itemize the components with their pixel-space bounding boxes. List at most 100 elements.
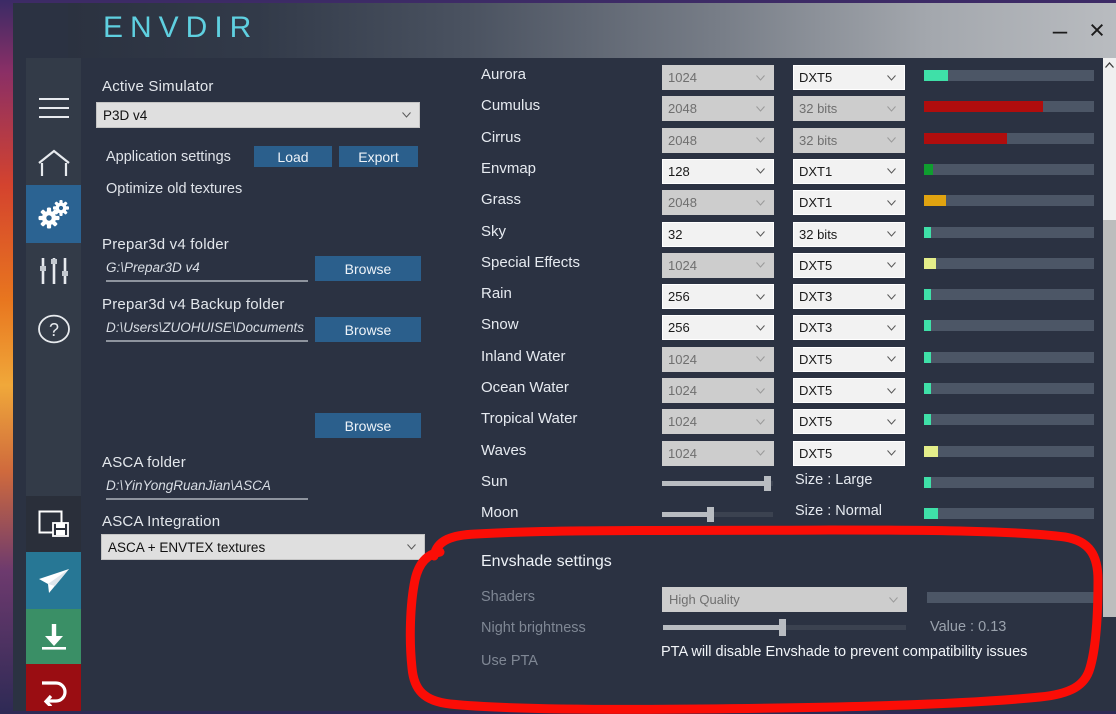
browse-button-p3d[interactable]: Browse xyxy=(315,256,421,281)
scrollbar-thumb[interactable] xyxy=(1103,72,1116,220)
sidebar-item-install[interactable] xyxy=(26,609,81,664)
table-row: Waves1024DXT5 xyxy=(433,437,1103,468)
active-simulator-select[interactable]: P3D v4 xyxy=(96,102,420,128)
texture-format-select[interactable]: DXT1 xyxy=(793,190,905,215)
texture-name: Cirrus xyxy=(481,129,521,146)
minimize-button[interactable]: – xyxy=(1043,13,1077,47)
sidebar-item-settings[interactable] xyxy=(26,185,81,243)
backup-folder-input[interactable]: D:\Users\ZUOHUISE\Documents xyxy=(106,320,308,342)
browse-button-asca[interactable]: Browse xyxy=(315,413,421,438)
texture-format-value: DXT5 xyxy=(799,383,832,398)
chevron-down-icon xyxy=(756,450,765,456)
chevron-down-icon xyxy=(407,544,416,550)
texture-name: Envmap xyxy=(481,160,536,177)
sidebar-item-tweaks[interactable] xyxy=(26,243,81,298)
texture-vram-bar-fill xyxy=(924,477,931,488)
texture-format-select[interactable]: DXT5 xyxy=(793,347,905,372)
texture-size-select[interactable]: 1024 xyxy=(662,253,774,278)
texture-size-select[interactable]: 2048 xyxy=(662,128,774,153)
browse-button-backup[interactable]: Browse xyxy=(315,317,421,342)
night-brightness-slider-fill xyxy=(663,625,782,630)
texture-name: Aurora xyxy=(481,66,526,83)
texture-size-select[interactable]: 128 xyxy=(662,159,774,184)
night-brightness-slider[interactable] xyxy=(663,625,906,630)
texture-format-select[interactable]: DXT5 xyxy=(793,253,905,278)
texture-format-select[interactable]: DXT5 xyxy=(793,409,905,434)
sidebar-item-home[interactable] xyxy=(26,135,81,190)
texture-format-select[interactable]: DXT5 xyxy=(793,441,905,466)
shaders-label: Shaders xyxy=(481,589,535,605)
sliders-icon xyxy=(39,257,69,285)
texture-size-value: 2048 xyxy=(668,195,697,210)
left-settings-panel: Active Simulator P3D v4 Application sett… xyxy=(81,58,433,711)
texture-size-select[interactable]: 1024 xyxy=(662,378,774,403)
optimize-old-textures-label[interactable]: Optimize old textures xyxy=(106,181,242,197)
chevron-down-icon xyxy=(887,262,896,268)
texture-format-select[interactable]: DXT5 xyxy=(793,378,905,403)
texture-format-select[interactable]: DXT1 xyxy=(793,159,905,184)
sidebar-rail: ? xyxy=(26,58,81,711)
texture-name: Sun xyxy=(481,473,508,490)
vertical-scrollbar[interactable] xyxy=(1103,58,1116,617)
texture-size-select[interactable]: 2048 xyxy=(662,96,774,121)
chevron-down-icon xyxy=(756,200,765,206)
chevron-down-icon xyxy=(756,419,765,425)
texture-format-select[interactable]: DXT3 xyxy=(793,284,905,309)
texture-size-value: 2048 xyxy=(668,101,697,116)
sidebar-item-restore[interactable] xyxy=(26,664,81,711)
close-button[interactable]: × xyxy=(1080,13,1114,47)
export-button[interactable]: Export xyxy=(339,146,418,167)
night-brightness-slider-knob[interactable] xyxy=(779,619,786,636)
texture-format-select[interactable]: DXT3 xyxy=(793,315,905,340)
save-as-icon xyxy=(38,510,70,538)
texture-name: Special Effects xyxy=(481,254,580,271)
texture-size-select[interactable]: 256 xyxy=(662,284,774,309)
scroll-up-button[interactable] xyxy=(1103,58,1116,72)
texture-format-select[interactable]: 32 bits xyxy=(793,222,905,247)
texture-vram-bar-fill xyxy=(924,414,931,425)
size-slider-knob[interactable] xyxy=(707,507,714,522)
chevron-down-icon xyxy=(887,450,896,456)
texture-format-select[interactable]: DXT5 xyxy=(793,65,905,90)
texture-size-select[interactable]: 1024 xyxy=(662,347,774,372)
texture-size-select[interactable]: 32 xyxy=(662,222,774,247)
texture-format-select[interactable]: 32 bits xyxy=(793,128,905,153)
chevron-down-icon xyxy=(887,294,896,300)
p3d-folder-input[interactable]: G:\Prepar3D v4 xyxy=(106,260,308,282)
texture-vram-bar-fill xyxy=(924,289,931,300)
home-icon xyxy=(37,149,71,177)
texture-size-select[interactable]: 1024 xyxy=(662,441,774,466)
texture-vram-bar xyxy=(924,70,1094,81)
asca-integration-select[interactable]: ASCA + ENVTEX textures xyxy=(101,534,425,560)
texture-size-select[interactable]: 2048 xyxy=(662,190,774,215)
sidebar-item-apply[interactable] xyxy=(26,552,81,609)
size-slider[interactable] xyxy=(662,481,773,486)
app-window: ENVDIR – × xyxy=(13,3,1116,711)
texture-format-select[interactable]: 32 bits xyxy=(793,96,905,121)
texture-name: Snow xyxy=(481,316,519,333)
chevron-down-icon xyxy=(887,137,896,143)
table-row: Cirrus 2048 32 bits xyxy=(433,124,1103,155)
texture-vram-bar xyxy=(924,477,1094,488)
texture-vram-bar-fill xyxy=(924,101,1043,112)
load-button[interactable]: Load xyxy=(254,146,332,167)
texture-size-select[interactable]: 1024 xyxy=(662,65,774,90)
p3d-folder-label: Prepar3d v4 folder xyxy=(102,236,229,253)
texture-size-value: 32 xyxy=(668,227,682,242)
chevron-down-icon xyxy=(887,75,896,81)
texture-size-select[interactable]: 1024 xyxy=(662,409,774,434)
size-slider[interactable] xyxy=(662,512,773,517)
sidebar-item-save-as[interactable] xyxy=(26,496,81,552)
chevron-down-icon xyxy=(756,75,765,81)
title-bar[interactable]: ENVDIR – × xyxy=(68,3,1116,58)
size-slider-knob[interactable] xyxy=(764,476,771,491)
asca-folder-input[interactable]: D:\YinYongRuanJian\ASCA xyxy=(106,478,308,500)
sidebar-item-help[interactable]: ? xyxy=(26,301,81,356)
texture-size-value: 256 xyxy=(668,289,690,304)
sidebar-item-menu[interactable] xyxy=(26,80,81,135)
texture-size-select[interactable]: 256 xyxy=(662,315,774,340)
texture-size-value: 128 xyxy=(668,164,690,179)
table-row: Envmap 128 DXT1 xyxy=(433,155,1103,186)
texture-vram-bar-fill xyxy=(924,508,938,519)
shaders-select[interactable]: High Quality xyxy=(662,587,907,612)
